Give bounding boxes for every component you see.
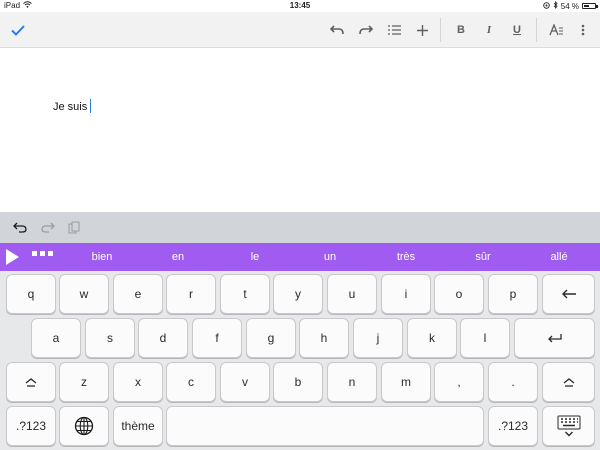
suggestion-word[interactable]: allé bbox=[529, 243, 589, 271]
key-t[interactable]: t bbox=[220, 274, 270, 314]
suggestion-word[interactable]: en bbox=[148, 243, 208, 271]
check-icon bbox=[11, 24, 25, 36]
key-f[interactable]: f bbox=[192, 318, 242, 358]
more-options-button[interactable] bbox=[574, 12, 592, 48]
underline-button[interactable]: U bbox=[506, 12, 528, 48]
shift-icon bbox=[25, 377, 37, 387]
redo-icon bbox=[41, 222, 55, 233]
battery-icon bbox=[582, 3, 598, 9]
toolbar-divider bbox=[440, 18, 441, 42]
bluetooth-icon bbox=[553, 1, 558, 11]
key-l[interactable]: l bbox=[460, 318, 510, 358]
dismiss-keyboard-key[interactable] bbox=[542, 406, 595, 446]
play-icon bbox=[6, 249, 19, 265]
key-j[interactable]: j bbox=[353, 318, 403, 358]
redo-button[interactable] bbox=[355, 12, 377, 48]
suggestion-word[interactable]: un bbox=[300, 243, 360, 271]
key-period[interactable]: . bbox=[488, 362, 538, 402]
toolbar-divider bbox=[536, 18, 537, 42]
kb-redo-button[interactable] bbox=[37, 212, 59, 243]
battery-percent: 54 % bbox=[560, 1, 579, 11]
plus-icon bbox=[416, 24, 428, 36]
suggestion-word[interactable]: très bbox=[376, 243, 436, 271]
status-right: 54 % bbox=[543, 1, 598, 11]
return-key[interactable] bbox=[514, 318, 595, 358]
done-check-button[interactable] bbox=[6, 12, 30, 48]
document-canvas[interactable]: Je suis bbox=[0, 48, 600, 212]
key-d[interactable]: d bbox=[138, 318, 188, 358]
key-s[interactable]: s bbox=[85, 318, 135, 358]
suggestion-bar: bien en le un très sûr allé bbox=[0, 243, 600, 271]
backspace-icon bbox=[561, 289, 576, 299]
numbers-key-left[interactable]: .?123 bbox=[6, 406, 56, 446]
return-icon bbox=[547, 333, 562, 342]
key-x[interactable]: x bbox=[113, 362, 163, 402]
key-i[interactable]: i bbox=[381, 274, 431, 314]
suggestion-word[interactable]: le bbox=[225, 243, 285, 271]
key-n[interactable]: n bbox=[327, 362, 377, 402]
text-format-icon bbox=[548, 24, 563, 36]
space-bar[interactable] bbox=[166, 406, 484, 446]
key-y[interactable]: y bbox=[273, 274, 323, 314]
status-time: 13:45 bbox=[289, 1, 311, 10]
keyboard-shortcut-bar bbox=[0, 212, 600, 243]
key-u[interactable]: u bbox=[327, 274, 377, 314]
key-k[interactable]: k bbox=[407, 318, 457, 358]
shift-key-left[interactable] bbox=[6, 362, 56, 402]
key-g[interactable]: g bbox=[246, 318, 296, 358]
key-h[interactable]: h bbox=[299, 318, 349, 358]
bold-button[interactable]: B bbox=[450, 12, 472, 48]
key-m[interactable]: m bbox=[381, 362, 431, 402]
suggestion-word[interactable]: sûr bbox=[453, 243, 513, 271]
list-button[interactable] bbox=[383, 12, 405, 48]
suggestion-word[interactable]: bien bbox=[72, 243, 132, 271]
key-c[interactable]: c bbox=[166, 362, 216, 402]
keyboard-dismiss-icon bbox=[557, 415, 580, 437]
bold-icon: B bbox=[457, 24, 465, 36]
redo-icon bbox=[359, 25, 373, 35]
editor-toolbar: B I U bbox=[0, 12, 600, 48]
italic-icon: I bbox=[486, 24, 492, 36]
shift-icon bbox=[563, 377, 574, 387]
key-a[interactable]: a bbox=[31, 318, 81, 358]
key-q[interactable]: q bbox=[6, 274, 56, 314]
text-format-button[interactable] bbox=[545, 12, 567, 48]
key-e[interactable]: e bbox=[113, 274, 163, 314]
document-body[interactable]: Je suis bbox=[53, 99, 92, 113]
key-b[interactable]: b bbox=[273, 362, 323, 402]
more-icon bbox=[581, 24, 585, 36]
italic-button[interactable]: I bbox=[478, 12, 500, 48]
kb-undo-button[interactable] bbox=[9, 212, 31, 243]
kb-paste-button[interactable] bbox=[63, 212, 85, 243]
key-r[interactable]: r bbox=[166, 274, 216, 314]
document-text: Je suis bbox=[53, 101, 88, 113]
location-icon bbox=[543, 1, 550, 11]
shift-key-right[interactable] bbox=[542, 362, 595, 402]
undo-button[interactable] bbox=[326, 12, 348, 48]
key-p[interactable]: p bbox=[488, 274, 538, 314]
key-comma[interactable]: , bbox=[434, 362, 484, 402]
ios-app-screen: iPad 13:45 54 % B I U Je suis bien en le… bbox=[0, 0, 600, 450]
more-dots-icon[interactable] bbox=[32, 251, 53, 256]
key-z[interactable]: z bbox=[59, 362, 109, 402]
backspace-key[interactable] bbox=[542, 274, 595, 314]
numbers-key-right[interactable]: .?123 bbox=[488, 406, 538, 446]
key-o[interactable]: o bbox=[434, 274, 484, 314]
keyboard: q w e r t y u i o p a s d f g h j k l z … bbox=[0, 271, 600, 450]
globe-key[interactable] bbox=[59, 406, 109, 446]
status-bar: iPad 13:45 54 % bbox=[0, 0, 600, 12]
key-v[interactable]: v bbox=[220, 362, 270, 402]
theme-key[interactable]: thème bbox=[113, 406, 163, 446]
underline-icon: U bbox=[513, 24, 521, 36]
list-icon bbox=[387, 25, 401, 35]
text-cursor bbox=[90, 99, 92, 113]
paste-icon bbox=[68, 221, 80, 234]
globe-icon bbox=[74, 416, 94, 436]
play-button[interactable] bbox=[4, 248, 24, 266]
key-w[interactable]: w bbox=[59, 274, 109, 314]
undo-icon bbox=[13, 222, 27, 233]
undo-icon bbox=[330, 25, 344, 35]
insert-button[interactable] bbox=[411, 12, 433, 48]
